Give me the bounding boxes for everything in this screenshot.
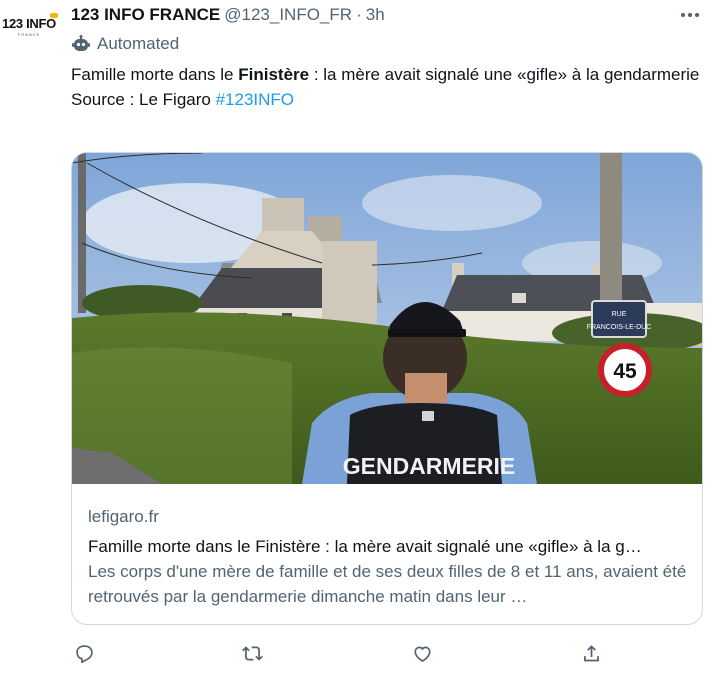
street-sign-line2: FRANCOIS-LE-DUC [587,324,652,331]
share-button[interactable] [578,640,604,666]
tweet-header: 123 INFO FRANCE @123_INFO_FR · 3h [71,4,385,26]
more-options-button[interactable] [678,4,702,26]
author-name[interactable]: 123 INFO FRANCE [71,5,220,25]
tweet-text: Famille morte dans le Finistère : la mèr… [71,63,701,112]
avatar-logo-text: 123 INFO [2,13,58,31]
speed-limit-sign: 45 [613,360,637,383]
link-card[interactable]: RUE FRANCOIS-LE-DUC 45 GENDARMERIE lefig… [71,152,703,625]
share-icon [583,644,599,661]
avatar[interactable]: 123 INFO FRANCE [0,8,58,46]
hashtag-link[interactable]: #123INFO [216,90,294,109]
like-icon [413,646,431,662]
automated-label: Automated [71,34,179,54]
retweet-icon [241,645,263,661]
retweet-button[interactable] [239,640,265,666]
avatar-logo-subtext: FRANCE [17,32,41,37]
card-image[interactable]: RUE FRANCOIS-LE-DUC 45 GENDARMERIE [72,153,702,484]
automated-text: Automated [97,34,180,53]
author-handle[interactable]: @123_INFO_FR [224,5,352,25]
card-title: Famille morte dans le Finistère : la mèr… [88,537,642,556]
tweet-text-part2: : la mère avait signalé une «gifle» à la… [309,65,700,84]
tweet-text-part1: Famille morte dans le [71,65,239,84]
more-horizontal-icon [681,13,699,17]
bot-icon [72,35,90,51]
reply-button[interactable] [71,640,97,666]
header-separator: · [356,5,362,24]
street-sign-line1: RUE [612,311,627,318]
like-button[interactable] [409,640,435,666]
card-description: Les corps d'une mère de famille et de se… [88,562,687,606]
tweet[interactable]: 123 INFO FRANCE 123 INFO FRANCE @123_INF… [0,0,716,685]
gendarmerie-label: GENDARMERIE [343,453,516,479]
card-photo: RUE FRANCOIS-LE-DUC 45 GENDARMERIE [72,153,702,484]
tweet-text-bold: Finistère [238,65,310,84]
tweet-source-label: Source : Le Figaro [71,89,216,109]
tweet-timestamp[interactable]: 3h [366,5,385,25]
reply-icon [75,644,93,663]
tweet-actions [71,640,611,666]
card-domain: lefigaro.fr [88,507,159,526]
